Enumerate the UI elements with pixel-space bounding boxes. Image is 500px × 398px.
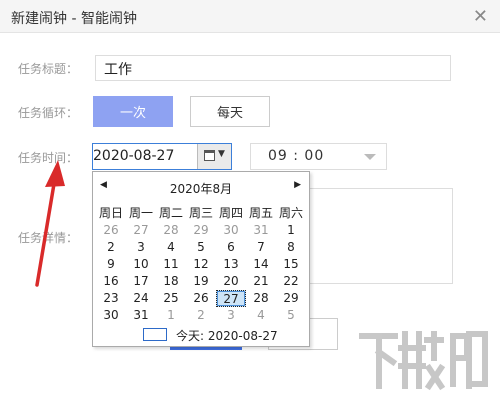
calendar-popup: ◀ 2020年8月 ▶ 周日 周一 周二 周三 周四 周五 周六 26 27 28 29 30 31 1 2… xyxy=(92,171,310,347)
time-select[interactable]: 09 : 00 xyxy=(250,143,387,170)
calendar-day[interactable]: 2 xyxy=(96,239,126,256)
task-title-label: 任务标题： xyxy=(18,62,79,76)
calendar-day-selected[interactable]: 27 xyxy=(216,290,246,307)
title-bar: 新建闹钟 - 智能闹钟 ✕ xyxy=(0,0,500,33)
calendar-day[interactable]: 31 xyxy=(246,222,276,239)
calendar-day[interactable]: 20 xyxy=(216,273,246,290)
calendar-week-row: 30 31 1 2 3 4 5 xyxy=(96,307,306,324)
repeat-daily-button[interactable]: 每天 xyxy=(190,96,270,127)
calendar-day[interactable]: 3 xyxy=(126,239,156,256)
calendar-day[interactable]: 6 xyxy=(216,239,246,256)
weekday-label: 周二 xyxy=(158,206,183,220)
calendar-day[interactable]: 25 xyxy=(156,290,186,307)
task-repeat-label: 任务循环： xyxy=(18,106,79,120)
calendar-day[interactable]: 3 xyxy=(216,307,246,324)
calendar-day[interactable]: 15 xyxy=(276,256,306,273)
close-icon[interactable]: ✕ xyxy=(473,6,488,27)
calendar-footer[interactable]: 今天: 2020-08-27 xyxy=(93,326,309,344)
weekday-label: 周五 xyxy=(248,206,273,220)
calendar-month-label: 2020年8月 xyxy=(169,182,233,196)
calendar-day[interactable]: 4 xyxy=(246,307,276,324)
chevron-down-icon xyxy=(364,154,376,160)
calendar-day[interactable]: 26 xyxy=(96,222,126,239)
task-detail-label: 任务详情： xyxy=(18,231,79,245)
calendar-day[interactable]: 27 xyxy=(126,222,156,239)
weekday-label: 周三 xyxy=(188,206,213,220)
calendar-day[interactable]: 28 xyxy=(246,290,276,307)
calendar-day[interactable]: 10 xyxy=(126,256,156,273)
calendar-day[interactable]: 1 xyxy=(156,307,186,324)
calendar-day[interactable]: 21 xyxy=(246,273,276,290)
calendar-day[interactable]: 19 xyxy=(186,273,216,290)
calendar-week-row: 2345678 xyxy=(96,239,306,256)
calendar-day[interactable]: 22 xyxy=(276,273,306,290)
calendar-day[interactable]: 18 xyxy=(156,273,186,290)
window-title: 新建闹钟 - 智能闹钟 xyxy=(11,11,137,27)
calendar-day[interactable]: 30 xyxy=(216,222,246,239)
today-marker xyxy=(143,328,167,341)
calendar-day[interactable]: 11 xyxy=(156,256,186,273)
calendar-week-row: 9 10 11 12 13 14 15 xyxy=(96,256,306,273)
calendar-day[interactable]: 12 xyxy=(186,256,216,273)
calendar-day[interactable]: 29 xyxy=(186,222,216,239)
calendar-day[interactable]: 2 xyxy=(186,307,216,324)
calendar-day[interactable]: 17 xyxy=(126,273,156,290)
weekday-label: 周日 xyxy=(98,206,123,220)
repeat-once-button[interactable]: 一次 xyxy=(93,96,173,127)
calendar-dropdown-button[interactable]: ▼ xyxy=(197,144,231,169)
weekday-label: 周四 xyxy=(218,206,243,220)
date-picker-input[interactable]: 2020-08-27 ▼ xyxy=(92,143,232,170)
calendar-day[interactable]: 4 xyxy=(156,239,186,256)
calendar-day[interactable]: 23 xyxy=(96,290,126,307)
calendar-week-row: 26 27 28 29 30 31 1 xyxy=(96,222,306,239)
calendar-day[interactable]: 31 xyxy=(126,307,156,324)
calendar-day[interactable]: 9 xyxy=(96,256,126,273)
calendar-icon xyxy=(204,150,215,161)
calendar-day[interactable]: 5 xyxy=(186,239,216,256)
calendar-grid: 周日 周一 周二 周三 周四 周五 周六 26 27 28 29 30 31 1 2 3 4 5 6 7 8 9 10 11 1… xyxy=(96,205,306,324)
today-link[interactable]: 今天: 2020-08-27 xyxy=(176,327,278,344)
chevron-down-icon: ▼ xyxy=(218,149,225,159)
calendar-day[interactable]: 28 xyxy=(156,222,186,239)
calendar-day[interactable]: 14 xyxy=(246,256,276,273)
calendar-header: ◀ 2020年8月 ▶ xyxy=(93,180,309,196)
calendar-day[interactable]: 8 xyxy=(276,239,306,256)
calendar-day[interactable]: 30 xyxy=(96,307,126,324)
calendar-week-row: 16 17 18 19 20 21 22 xyxy=(96,273,306,290)
task-title-input[interactable]: 工作 xyxy=(95,55,451,81)
calendar-day[interactable]: 26 xyxy=(186,290,216,307)
calendar-day[interactable]: 1 xyxy=(276,222,306,239)
next-month-icon[interactable]: ▶ xyxy=(294,180,301,190)
watermark-logo xyxy=(359,331,488,391)
calendar-day[interactable]: 5 xyxy=(276,307,306,324)
weekday-label: 周一 xyxy=(128,206,153,220)
time-value: 09 : 00 xyxy=(268,148,325,164)
calendar-day[interactable]: 24 xyxy=(126,290,156,307)
calendar-day[interactable]: 16 xyxy=(96,273,126,290)
calendar-day[interactable]: 7 xyxy=(246,239,276,256)
calendar-weekday-row: 周日 周一 周二 周三 周四 周五 周六 xyxy=(96,205,306,222)
calendar-day[interactable]: 29 xyxy=(276,290,306,307)
calendar-day[interactable]: 13 xyxy=(216,256,246,273)
date-value: 2020-08-27 xyxy=(93,148,175,164)
weekday-label: 周六 xyxy=(278,206,303,220)
calendar-week-row: 23 24 25 26 27 28 29 xyxy=(96,290,306,307)
task-time-label: 任务时间： xyxy=(18,151,79,165)
